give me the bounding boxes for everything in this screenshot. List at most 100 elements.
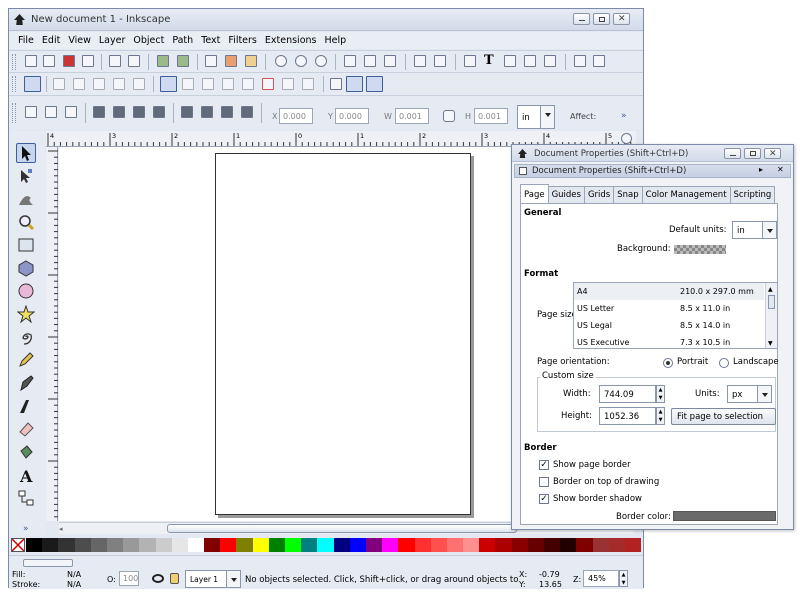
units-select[interactable]: in [517,105,555,129]
color-swatch[interactable] [252,538,269,552]
minimize-button[interactable] [573,13,590,25]
tab-color-management[interactable]: Color Management [641,186,731,203]
list-item[interactable]: US Legal 8.5 x 14.0 in [574,317,764,334]
tab-snap[interactable]: Snap [613,186,643,203]
color-swatch[interactable] [123,538,140,552]
no-paint-swatch[interactable] [11,538,25,552]
color-swatch[interactable] [414,538,431,552]
background-color-swatch[interactable] [674,245,726,254]
snap-object-midpoints-icon[interactable] [282,78,294,90]
list-item[interactable]: US Letter 8.5 x 11.0 in [574,300,764,317]
paint-bucket-tool-icon[interactable] [16,442,36,462]
color-swatch[interactable] [90,538,107,552]
color-swatch[interactable] [430,538,447,552]
lower-to-bottom-icon[interactable] [241,106,253,118]
select-all-icon[interactable] [25,106,37,118]
dialog-close-button[interactable]: ✕ [764,148,781,159]
clone-icon[interactable] [364,55,376,67]
layer-select[interactable]: Layer 1 [185,570,241,588]
snap-guides-icon[interactable] [366,76,383,92]
layers-icon[interactable] [504,55,516,67]
flip-horizontal-icon[interactable] [133,106,145,118]
color-swatch[interactable] [220,538,237,552]
tab-scripting[interactable]: Scripting [729,186,776,203]
fit-page-to-selection-button[interactable]: Fit page to selection [671,408,776,425]
spiral-tool-icon[interactable] [16,327,36,347]
dialog-collapse-icon[interactable]: ▸ [759,165,763,174]
color-swatch[interactable] [155,538,172,552]
unlink-clone-icon[interactable] [384,55,396,67]
copy-icon[interactable] [205,55,217,67]
color-swatch[interactable] [349,538,366,552]
redo-icon[interactable] [177,55,189,67]
menu-view[interactable]: View [65,32,96,49]
raise-to-top-icon[interactable] [181,106,193,118]
toolbox-overflow-button[interactable]: » [23,524,29,534]
open-icon[interactable] [43,55,55,67]
menu-text[interactable]: Text [198,32,225,49]
portrait-radio[interactable] [663,358,673,368]
tab-grids[interactable]: Grids [583,186,615,203]
duplicate-icon[interactable] [344,55,356,67]
zoom-page-icon[interactable] [315,55,327,67]
rectangle-tool-icon[interactable] [16,235,36,255]
fill-stroke-icon[interactable] [464,55,476,67]
border-color-swatch[interactable] [673,511,776,521]
y-input[interactable]: 0.000 [335,108,369,124]
maximize-button[interactable] [593,13,610,25]
menu-file[interactable]: File [15,32,39,49]
menu-extensions[interactable]: Extensions [262,32,322,49]
color-swatch[interactable] [560,538,577,552]
border-on-top-checkbox[interactable] [539,477,549,487]
list-item[interactable]: A4 210.0 x 297.0 mm [574,283,764,300]
custom-units-select[interactable]: px [727,385,772,403]
color-swatch[interactable] [382,538,399,552]
zoom-drawing-icon[interactable] [295,55,307,67]
flip-vertical-icon[interactable] [153,106,165,118]
height-input[interactable]: 1052.36 [599,407,656,425]
show-border-shadow-checkbox[interactable]: ✓ [539,494,549,504]
snap-line-midpoints-icon[interactable] [262,78,274,90]
color-swatch[interactable] [511,538,528,552]
rotate-ccw-icon[interactable] [93,106,105,118]
document-properties-icon[interactable] [593,55,605,67]
rotate-cw-icon[interactable] [113,106,125,118]
page-size-scrollbar[interactable]: ▲ ▼ [765,283,777,348]
paste-icon[interactable] [245,55,257,67]
color-swatch[interactable] [608,538,625,552]
layer-visibility-icon[interactable] [152,574,164,583]
3d-box-tool-icon[interactable] [16,258,36,278]
zoom-selection-icon[interactable] [275,55,287,67]
print-icon[interactable] [82,55,94,67]
color-swatch[interactable] [187,538,205,552]
color-swatch[interactable] [576,538,593,552]
color-swatch[interactable] [544,538,561,552]
group-icon[interactable] [414,55,426,67]
color-swatch[interactable] [285,538,302,552]
text-font-icon[interactable]: T [484,54,496,67]
layer-lock-icon[interactable] [170,573,179,584]
snap-bbox-edge-icon[interactable] [73,78,85,90]
tab-guides[interactable]: Guides [547,186,585,203]
import-icon[interactable] [109,55,121,67]
color-swatch[interactable] [495,538,512,552]
snap-toggle-icon[interactable] [24,76,41,92]
zoom-spinner[interactable]: ▲ ▼ [619,570,628,587]
scroll-thumb[interactable] [167,524,517,533]
page-size-list[interactable]: A4 210.0 x 297.0 mm US Letter 8.5 x 11.0 i… [573,282,778,349]
opacity-input[interactable]: 100 [119,571,139,586]
color-swatch[interactable] [624,538,642,552]
color-swatch[interactable] [236,538,253,552]
preferences-icon[interactable] [574,55,586,67]
snap-cusp-nodes-icon[interactable] [222,78,234,90]
ellipse-tool-icon[interactable] [16,281,36,301]
width-input[interactable]: 744.09 [599,385,656,403]
color-swatch[interactable] [592,538,609,552]
select-all-layers-icon[interactable] [45,106,57,118]
dialog-maximize-button[interactable] [744,148,761,159]
snap-paths-icon[interactable] [182,78,194,90]
export-icon[interactable] [128,55,140,67]
color-swatch[interactable] [398,538,415,552]
snap-page-border-icon[interactable] [330,78,342,90]
default-units-select[interactable]: in [732,221,777,239]
